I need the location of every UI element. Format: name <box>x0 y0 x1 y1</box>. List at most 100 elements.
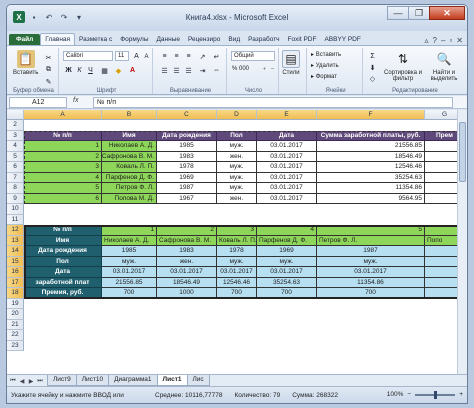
table1-cell[interactable]: 21556.85 <box>317 141 425 152</box>
last-sheet-icon[interactable]: ⏭ <box>36 377 44 385</box>
row-header[interactable]: 9 <box>7 193 24 204</box>
row-header[interactable]: 10 <box>7 204 24 215</box>
sheet-tab[interactable]: Лис <box>186 375 210 386</box>
workbook-restore-icon[interactable]: ▫ <box>449 36 452 45</box>
table2-row-label[interactable]: Премия, руб. <box>24 288 102 299</box>
column-header[interactable]: F <box>317 110 425 120</box>
clear-icon[interactable]: ◇ <box>367 73 378 84</box>
table1-cell[interactable]: 03.01.2017 <box>257 151 317 162</box>
table2-cell[interactable]: 700 <box>217 288 257 299</box>
workbook-minimize-icon[interactable]: – <box>441 36 445 45</box>
tab-page-layout[interactable]: Разметка с <box>75 34 116 45</box>
formula-input[interactable]: № п/п <box>93 97 453 108</box>
tab-developer[interactable]: Разработч <box>244 34 283 45</box>
table2-row-label[interactable]: Дата рождения <box>24 246 102 257</box>
table2-cell[interactable]: Николаев А. Д. <box>102 235 157 246</box>
restore-button[interactable]: ❐ <box>408 6 430 20</box>
table2-cell[interactable]: 03.01.2017 <box>257 267 317 278</box>
table2-cell[interactable]: 700 <box>257 288 317 299</box>
row-header[interactable]: 11 <box>7 214 24 225</box>
table2-cell[interactable]: 03.01.2017 <box>157 267 217 278</box>
indent-icon[interactable]: ⇥ <box>197 65 208 76</box>
table1-cell[interactable]: Петров Ф. Л. <box>102 183 157 194</box>
select-all-corner[interactable] <box>7 110 24 120</box>
table1-header-cell[interactable]: Дата <box>257 130 317 141</box>
tab-review[interactable]: Рецензиро <box>184 34 224 45</box>
tab-file[interactable]: Файл <box>9 34 41 45</box>
table2-cell[interactable]: 1987 <box>317 246 425 257</box>
table2-cell[interactable]: 4 <box>257 225 317 236</box>
table1-cell[interactable]: 11354.86 <box>317 183 425 194</box>
fill-color-icon[interactable]: ◆ <box>113 65 124 76</box>
table2-cell[interactable]: 2 <box>157 225 217 236</box>
table2-cell[interactable]: 1969 <box>257 246 317 257</box>
spreadsheet-grid[interactable]: A B C D E F G 2 3 4 5 6 7 8 9 10 11 12 13 14 15 16 17 18 19 20 21 2… <box>7 110 467 374</box>
row-header[interactable]: 13 <box>7 235 24 246</box>
table2-cell[interactable]: муж. <box>317 256 425 267</box>
number-format-select[interactable]: Общий <box>231 51 275 61</box>
column-header[interactable]: A <box>24 110 102 120</box>
next-sheet-icon[interactable]: ▶ <box>27 377 35 385</box>
format-cells-button[interactable]: ▸ Формат <box>311 73 337 80</box>
table1-cell[interactable]: 03.01.2017 <box>257 183 317 194</box>
table1-cell[interactable]: 1967 <box>157 193 217 204</box>
zoom-slider-knob[interactable] <box>434 390 438 399</box>
styles-button[interactable]: ▤ Стили <box>282 50 300 76</box>
align-right-icon[interactable]: ☰ <box>183 65 194 76</box>
insert-cells-button[interactable]: ▸ Вставить <box>311 51 341 58</box>
font-size-select[interactable]: 11 <box>115 51 129 61</box>
percent-format-button[interactable]: % 000 <box>232 66 249 72</box>
font-color-icon[interactable]: A <box>127 65 138 76</box>
row-header[interactable]: 15 <box>7 256 24 267</box>
vertical-scroll-thumb[interactable] <box>459 122 466 182</box>
table2-cell[interactable]: 1978 <box>217 246 257 257</box>
table1-cell[interactable]: жен. <box>217 193 257 204</box>
table2-row-label[interactable]: Пол <box>24 256 102 267</box>
zoom-in-icon[interactable]: + <box>459 391 463 398</box>
table1-header-cell[interactable]: Дата рождения <box>157 130 217 141</box>
table1-cell[interactable]: Николаев А. Д. <box>102 141 157 152</box>
table1-cell[interactable]: 1983 <box>157 151 217 162</box>
table1-cell[interactable]: Коваль Л. П. <box>102 162 157 173</box>
table1-cell[interactable]: муж. <box>217 141 257 152</box>
table1-cell[interactable]: 3 <box>24 162 102 173</box>
table1-cell[interactable]: Парфенов Д. Ф. <box>102 172 157 183</box>
zoom-slider[interactable] <box>415 390 456 399</box>
decrease-decimal-icon[interactable]: ⁻ <box>267 64 278 75</box>
wrap-text-icon[interactable]: ↵ <box>211 51 222 62</box>
table1-cell[interactable]: 1969 <box>157 172 217 183</box>
name-box[interactable]: A12 <box>9 97 67 108</box>
row-header[interactable]: 8 <box>7 183 24 194</box>
table1-cell[interactable]: 9564.95 <box>317 193 425 204</box>
format-painter-icon[interactable]: ✎ <box>43 76 54 87</box>
close-button[interactable]: ✕ <box>429 6 465 20</box>
sheet-tab[interactable]: Лист10 <box>75 375 110 386</box>
row-header[interactable]: 7 <box>7 172 24 183</box>
align-left-icon[interactable]: ☰ <box>159 65 170 76</box>
row-header[interactable]: 22 <box>7 330 24 341</box>
row-header[interactable]: 4 <box>7 141 24 152</box>
table2-cell[interactable]: 1985 <box>102 246 157 257</box>
tab-home[interactable]: Главная <box>40 33 76 45</box>
table1-cell[interactable]: 1987 <box>157 183 217 194</box>
table2-row-label[interactable]: Имя <box>24 235 102 246</box>
table2-cell[interactable]: 21556.85 <box>102 277 157 288</box>
table2-cell[interactable]: 5 <box>317 225 425 236</box>
table1-cell[interactable]: 03.01.2017 <box>257 141 317 152</box>
align-center-icon[interactable]: ☰ <box>171 65 182 76</box>
row-header[interactable]: 21 <box>7 319 24 330</box>
column-header[interactable]: E <box>257 110 317 120</box>
table2-cell[interactable]: 03.01.2017 <box>217 267 257 278</box>
table1-cell[interactable]: 03.01.2017 <box>257 162 317 173</box>
delete-cells-button[interactable]: ▸ Удалить <box>311 62 339 69</box>
collapse-ribbon-icon[interactable]: ▵ <box>425 36 429 45</box>
table2-cell[interactable]: 700 <box>102 288 157 299</box>
row-header[interactable]: 5 <box>7 151 24 162</box>
borders-icon[interactable]: ▦ <box>99 65 110 76</box>
row-header[interactable]: 19 <box>7 298 24 309</box>
table1-cell[interactable]: 1985 <box>157 141 217 152</box>
align-top-icon[interactable]: ≡ <box>159 51 170 62</box>
autosum-icon[interactable]: Σ <box>367 51 378 62</box>
first-sheet-icon[interactable]: ⏮ <box>9 377 17 385</box>
bold-button[interactable]: Ж <box>63 65 74 76</box>
